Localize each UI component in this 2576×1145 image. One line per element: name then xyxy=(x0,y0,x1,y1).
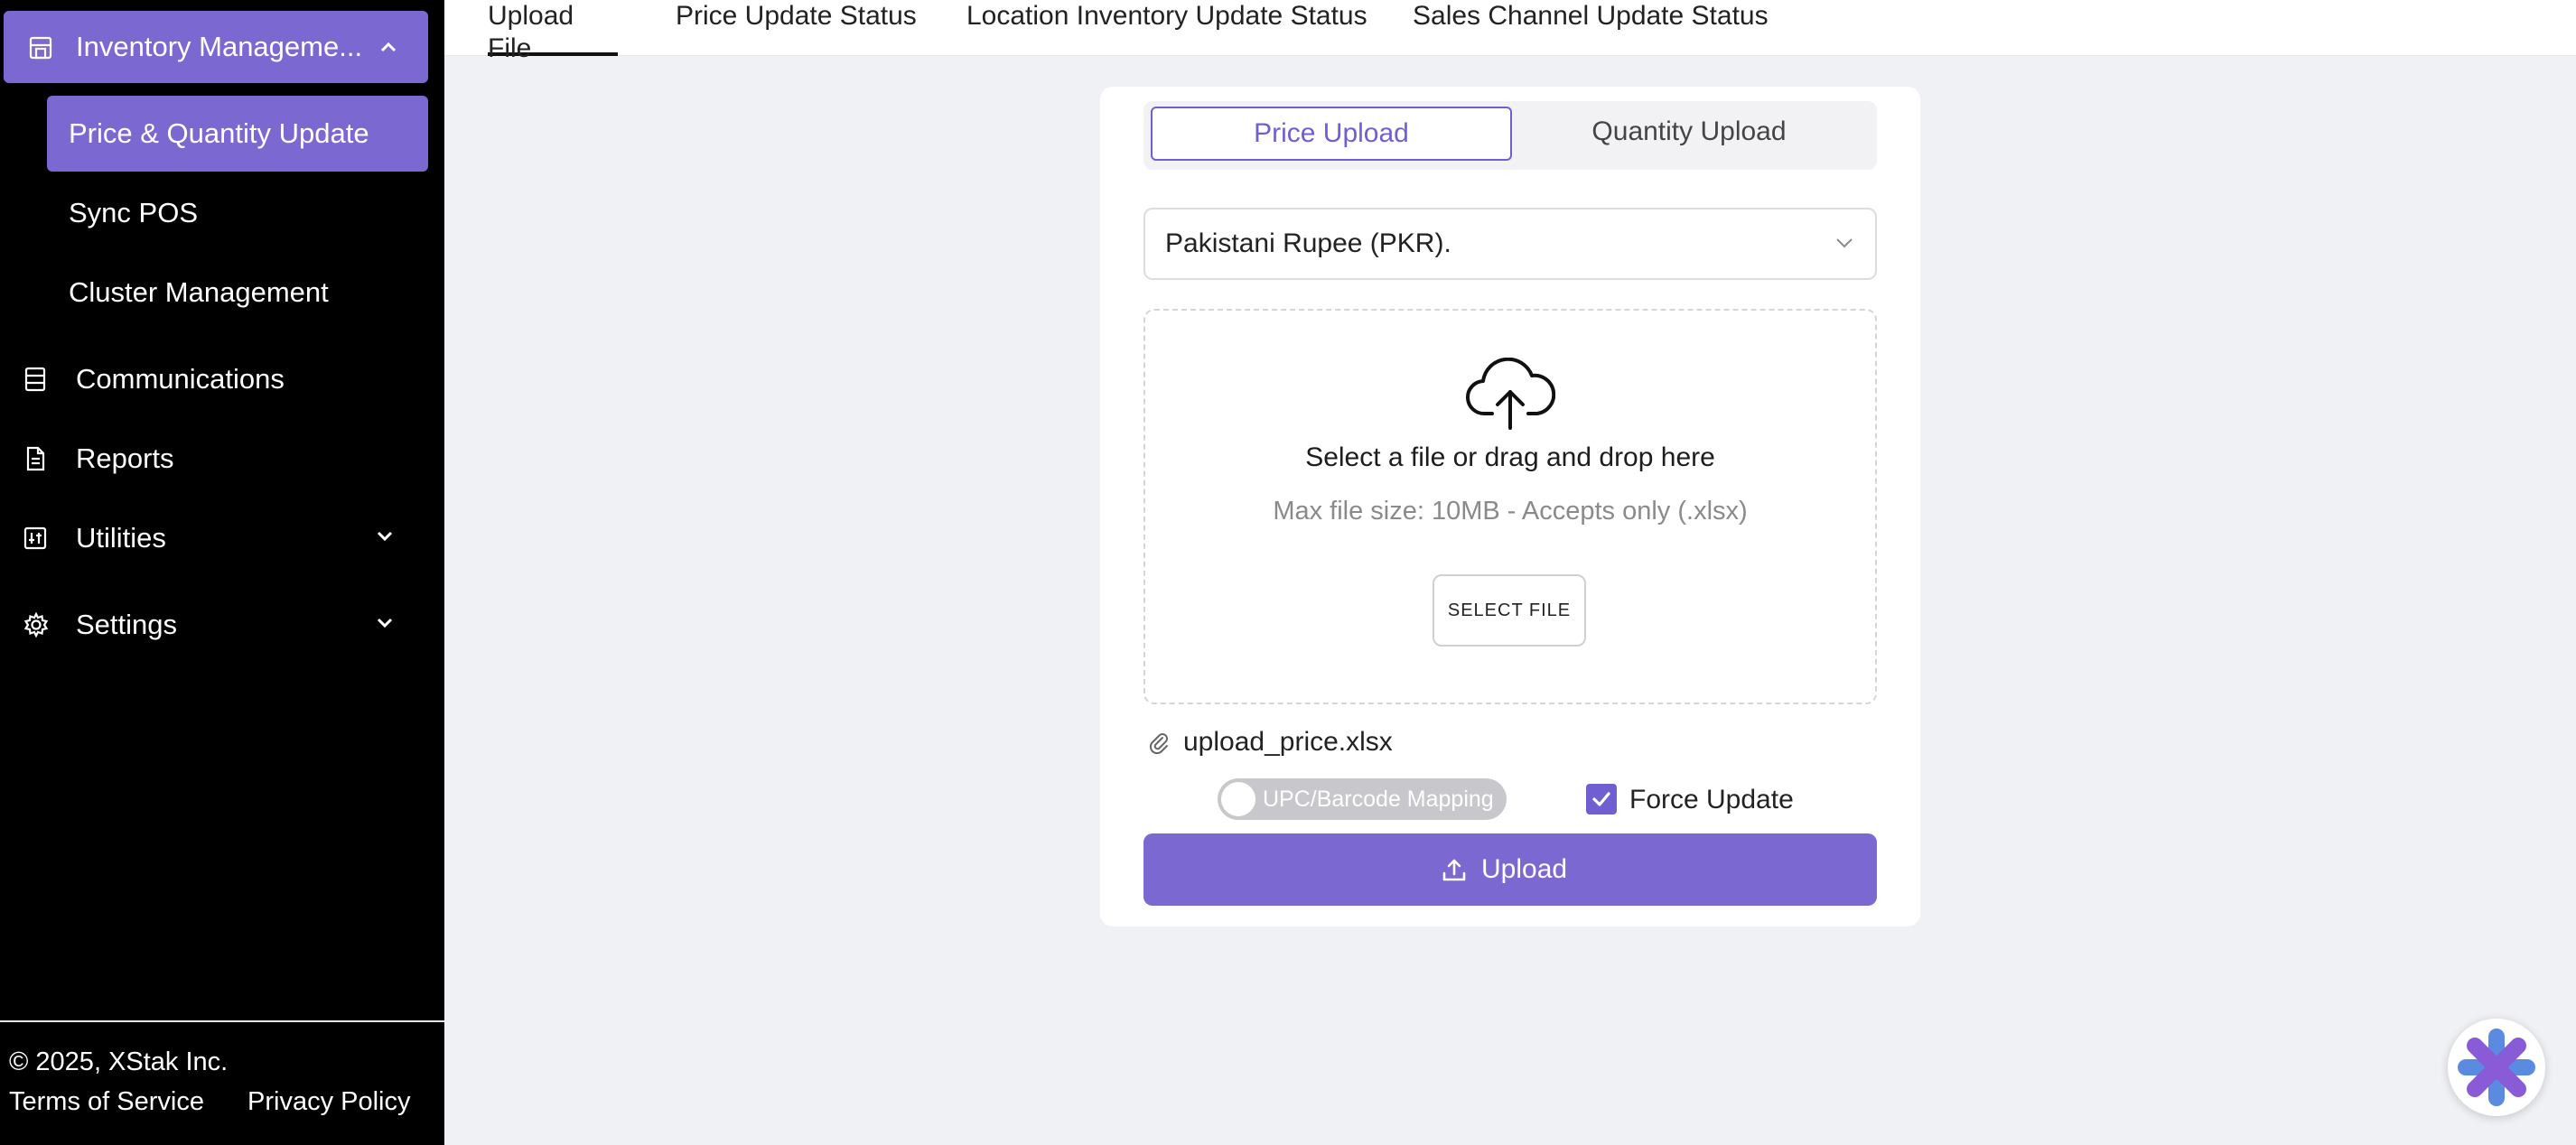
currency-select[interactable]: Pakistani Rupee (PKR). xyxy=(1143,208,1877,280)
upload-icon xyxy=(1442,857,1467,887)
store-icon xyxy=(27,34,54,66)
upload-button[interactable]: Upload xyxy=(1143,833,1877,906)
top-tab-bar: Upload File Price Update Status Location… xyxy=(444,0,2576,63)
sliders-icon xyxy=(23,526,47,555)
chevron-down-icon[interactable] xyxy=(374,614,396,637)
toggle-knob xyxy=(1221,782,1255,816)
sidebar-item-utilities[interactable]: Utilities xyxy=(0,502,444,574)
sidebar-item-label: Communications xyxy=(76,363,285,395)
upload-type-toggle: Price Upload Quantity Upload xyxy=(1143,101,1877,170)
chevron-down-icon xyxy=(1834,235,1855,257)
sidebar-item-price-quantity-update[interactable]: Price & Quantity Update xyxy=(47,96,428,172)
copyright-text: © 2025, XStak Inc. xyxy=(9,1047,229,1076)
document-icon xyxy=(23,446,47,476)
sidebar-item-settings[interactable]: Settings xyxy=(0,589,444,661)
sidebar-item-reports[interactable]: Reports xyxy=(0,423,444,495)
selected-file-name: upload_price.xlsx xyxy=(1183,727,1393,757)
list-icon xyxy=(23,367,47,396)
dropzone-subtitle: Max file size: 10MB - Accepts only (.xls… xyxy=(1273,497,1748,526)
sidebar-item-cluster-management[interactable]: Cluster Management xyxy=(47,255,428,330)
sidebar-item-label: Reports xyxy=(76,442,174,474)
upload-card: Price Upload Quantity Upload Pakistani R… xyxy=(1100,87,1920,926)
tab-location-inventory-update-status[interactable]: Location Inventory Update Status xyxy=(966,0,1367,56)
sidebar-group-inventory-management[interactable]: Inventory Manageme... xyxy=(4,11,428,83)
toggle-label: UPC/Barcode Mapping xyxy=(1263,787,1494,812)
price-upload-tab[interactable]: Price Upload xyxy=(1151,107,1512,161)
sidebar-item-sync-pos[interactable]: Sync POS xyxy=(47,175,428,251)
upc-barcode-mapping-toggle[interactable]: UPC/Barcode Mapping xyxy=(1218,778,1507,820)
selected-file: upload_price.xlsx xyxy=(1143,722,1595,762)
sidebar: Inventory Manageme... Price & Quantity U… xyxy=(0,0,444,1145)
dropzone-title: Select a file or drag and drop here xyxy=(1305,442,1715,472)
asterisk-logo-icon xyxy=(2458,1029,2535,1106)
currency-select-value: Pakistani Rupee (PKR). xyxy=(1165,228,1451,258)
terms-of-service-link[interactable]: Terms of Service xyxy=(9,1087,204,1117)
gear-icon xyxy=(23,611,49,642)
cloud-upload-icon xyxy=(1465,357,1556,436)
sidebar-item-communications[interactable]: Communications xyxy=(0,343,444,415)
privacy-policy-link[interactable]: Privacy Policy xyxy=(247,1087,411,1117)
paperclip-icon xyxy=(1147,731,1171,759)
force-update-checkbox[interactable] xyxy=(1586,784,1617,815)
select-file-button[interactable]: SELECT FILE xyxy=(1433,574,1586,647)
chevron-up-icon[interactable] xyxy=(378,38,399,61)
tab-sales-channel-update-status[interactable]: Sales Channel Update Status xyxy=(1413,0,1769,56)
sidebar-footer: © 2025, XStak Inc. Terms of Service Priv… xyxy=(0,1020,444,1145)
sidebar-group-label: Inventory Manageme... xyxy=(76,31,363,62)
quantity-upload-tab[interactable]: Quantity Upload xyxy=(1508,107,1870,161)
help-assistant-button[interactable] xyxy=(2448,1019,2545,1116)
file-dropzone[interactable]: Select a file or drag and drop here Max … xyxy=(1143,309,1877,704)
force-update-label: Force Update xyxy=(1629,785,1794,815)
chevron-down-icon[interactable] xyxy=(374,527,396,550)
tab-price-update-status[interactable]: Price Update Status xyxy=(676,0,917,56)
upload-button-label: Upload xyxy=(1481,854,1568,884)
sidebar-item-label: Settings xyxy=(76,609,178,640)
tab-upload-file[interactable]: Upload File xyxy=(488,0,618,63)
sidebar-item-label: Utilities xyxy=(76,522,166,554)
